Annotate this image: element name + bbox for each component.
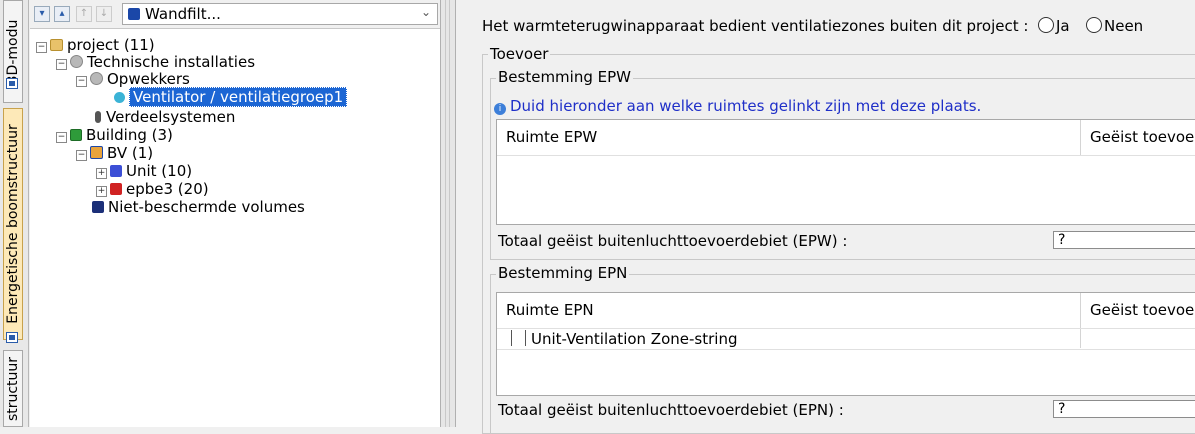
radio-ja-label: Ja <box>1056 17 1070 35</box>
collapse-all-icon[interactable]: ▴ <box>54 6 70 22</box>
cube-icon <box>128 8 140 20</box>
chevron-down-icon: ⌄ <box>420 5 431 19</box>
tab-structuur[interactable]: structuur <box>3 350 23 427</box>
cube-icon <box>110 165 122 177</box>
epn-col-ruimte[interactable]: Ruimte EPN <box>506 293 594 328</box>
tab-3d-model-icon-wrap <box>3 77 23 91</box>
cube-icon <box>92 201 104 213</box>
cube-icon <box>90 146 103 159</box>
tab-3d-model-label: 3D-modu <box>5 19 21 84</box>
tab-structuur-label: structuur <box>5 356 21 421</box>
form-panel: Het warmteterugwinapparaat bedient venti… <box>456 0 1195 434</box>
view-filter-value: Wandfilt... <box>145 5 221 23</box>
header-divider <box>497 328 1195 329</box>
gear-icon <box>90 72 103 85</box>
collapse-icon[interactable]: − <box>76 150 87 161</box>
info-icon: i <box>494 103 506 115</box>
tree-node-project[interactable]: − project (11) <box>36 36 155 54</box>
distribution-icon <box>95 111 101 123</box>
row-ruimte: Unit-Ventilation Zone-string <box>531 330 738 348</box>
epn-total-value: ? <box>1053 400 1195 418</box>
tree-node-building[interactable]: − Building (3) <box>56 126 173 144</box>
tree-node-epbe3[interactable]: + epbe3 (20) <box>96 180 209 198</box>
collapse-icon[interactable]: − <box>76 76 87 87</box>
header-divider <box>497 155 1195 156</box>
radio-ja[interactable] <box>1038 17 1054 33</box>
epw-col-ruimte[interactable]: Ruimte EPW <box>506 120 597 155</box>
epw-total-label: Totaal geëist buitenluchttoevoerdebiet (… <box>498 232 848 250</box>
tree-node-bv[interactable]: − BV (1) <box>76 144 153 162</box>
question-label: Het warmteterugwinapparaat bedient venti… <box>482 17 1029 35</box>
view-filter-select[interactable]: Wandfilt... ⌄ <box>122 3 438 25</box>
tab-energetische-boomstructuur[interactable]: Energetische boomstructuur <box>3 108 23 340</box>
move-down-icon[interactable]: ↓ <box>96 6 112 22</box>
column-separator[interactable] <box>1080 293 1081 328</box>
epn-total-label: Totaal geëist buitenluchttoevoerdebiet (… <box>498 401 844 419</box>
tree-node-ventilator[interactable]: Ventilator / ventilatiegroep1 <box>114 87 348 107</box>
expand-icon[interactable]: + <box>96 168 107 179</box>
window-icon <box>6 78 18 89</box>
move-up-icon[interactable]: ↑ <box>76 6 92 22</box>
tree-node-unit[interactable]: + Unit (10) <box>96 162 192 180</box>
collapse-icon[interactable]: − <box>36 42 47 53</box>
epn-title: Bestemming EPN <box>496 264 630 282</box>
cube-icon <box>110 183 122 195</box>
grid-icon <box>6 332 18 343</box>
collapse-icon[interactable]: − <box>56 59 67 70</box>
fan-icon <box>114 92 125 103</box>
epw-col-geeist[interactable]: Geëist toevoe <box>1090 120 1194 155</box>
expand-all-icon[interactable]: ▾ <box>34 6 50 22</box>
tree-pane: ▾ ▴ ↑ ↓ Wandfilt... ⌄ − project (11) − Tec… <box>30 0 440 427</box>
collapse-icon[interactable]: − <box>56 132 67 143</box>
epn-table: Ruimte EPN Geëist toevoe Unit-Ventilatio… <box>496 292 1195 396</box>
tree-node-technische-installaties[interactable]: − Technische installaties <box>56 53 255 71</box>
tree-node-opwekkers[interactable]: − Opwekkers <box>76 70 190 88</box>
vertical-tab-strip: 3D-modu Energetische boomstructuur struc… <box>0 0 29 427</box>
row-checkbox[interactable] <box>511 330 526 346</box>
radio-neen[interactable] <box>1086 17 1102 33</box>
row-divider <box>497 349 1195 350</box>
epw-table: Ruimte EPW Geëist toevoe <box>496 119 1195 225</box>
tree-node-niet-beschermde-volumes[interactable]: Niet-beschermde volumes <box>92 198 305 216</box>
epw-total-value: ? <box>1053 231 1195 249</box>
project-icon <box>50 39 63 51</box>
building-icon <box>70 129 82 141</box>
tab-structuur-icon-wrap <box>3 331 23 345</box>
toevoer-title: Toevoer <box>488 45 551 63</box>
expand-icon[interactable]: + <box>96 186 107 197</box>
epw-title: Bestemming EPW <box>496 68 633 86</box>
column-separator[interactable] <box>1080 120 1081 155</box>
column-separator <box>1080 329 1081 348</box>
tab-energetische-boomstructuur-label: Energetische boomstructuur <box>5 124 21 324</box>
pane-splitter[interactable] <box>440 0 456 427</box>
tree-node-verdeelsystemen[interactable]: Verdeelsystemen <box>92 108 235 126</box>
radio-neen-label: Neen <box>1104 17 1144 35</box>
epw-info: i Duid hieronder aan welke ruimtes gelink… <box>494 97 981 115</box>
tree-toolbar: ▾ ▴ ↑ ↓ Wandfilt... ⌄ <box>30 0 440 29</box>
gear-icon <box>70 55 83 68</box>
epn-col-geeist[interactable]: Geëist toevoe <box>1090 293 1194 328</box>
